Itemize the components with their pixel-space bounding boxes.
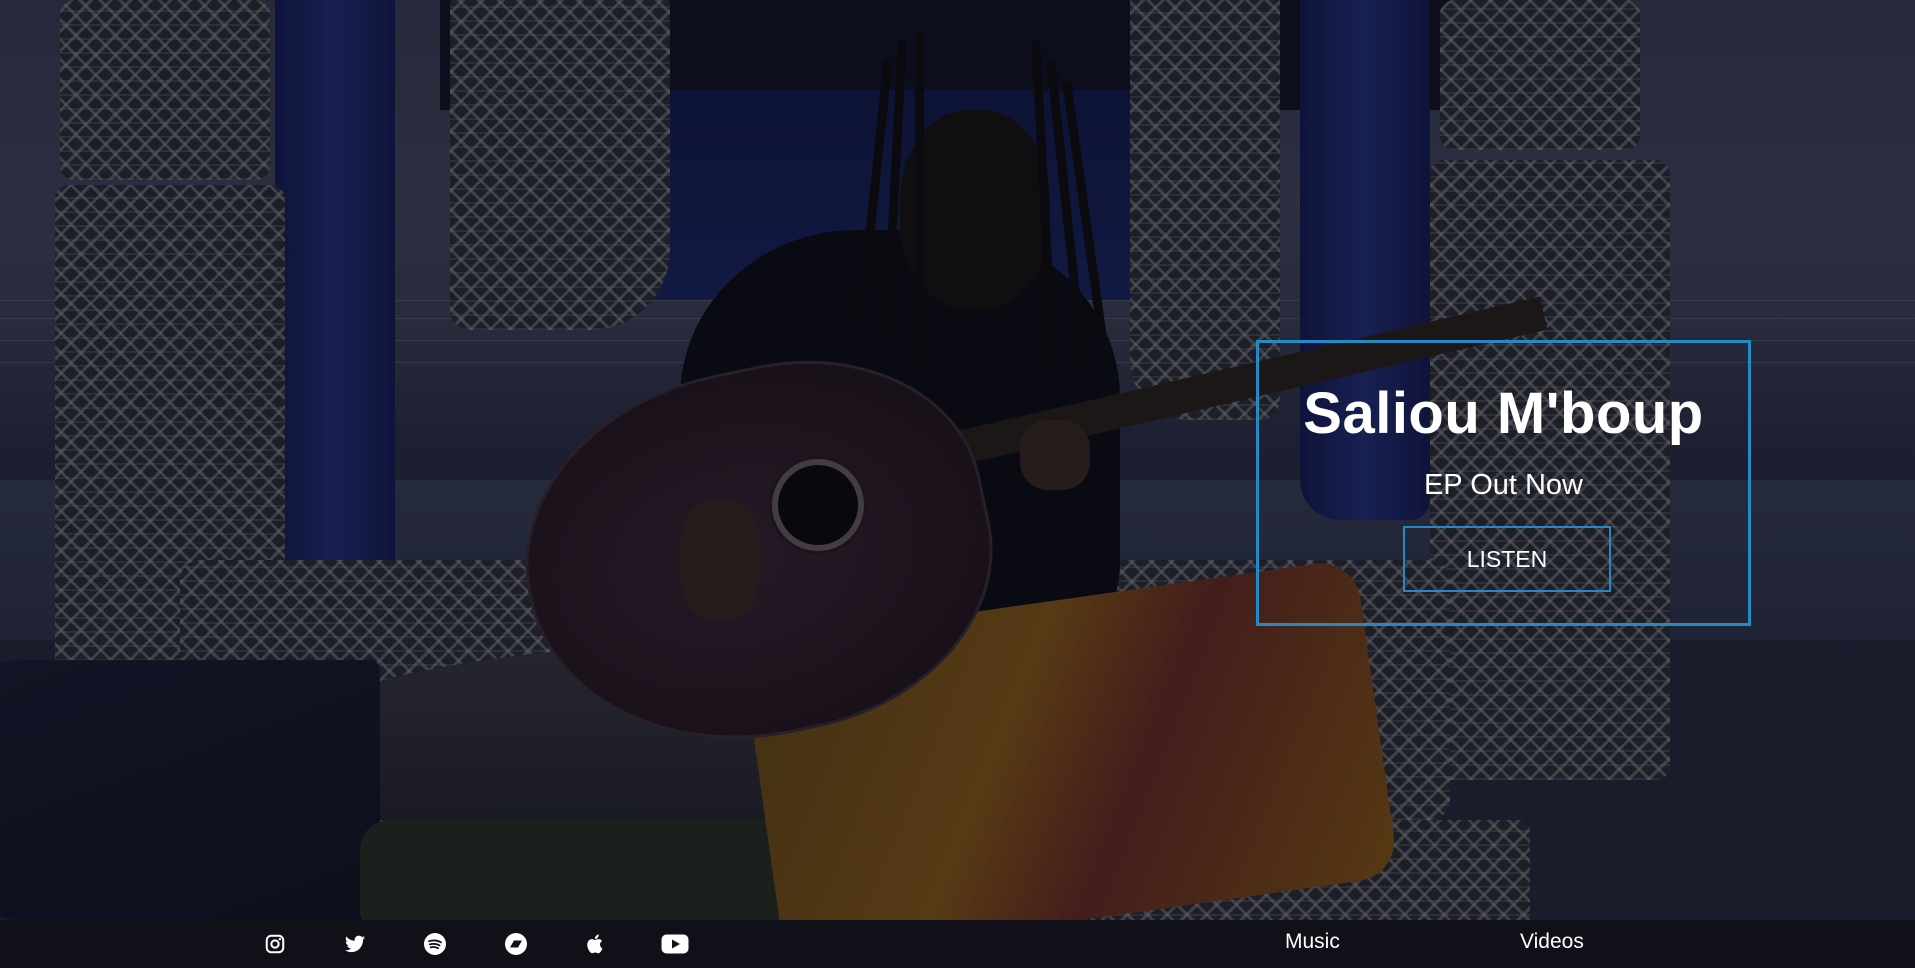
apple-music-icon[interactable] bbox=[584, 932, 608, 956]
footer-bar: Music Videos bbox=[0, 920, 1915, 968]
twitter-icon[interactable] bbox=[343, 932, 367, 956]
artist-name: Saliou M'boup bbox=[1303, 381, 1704, 446]
instagram-icon[interactable] bbox=[263, 932, 287, 956]
youtube-icon[interactable] bbox=[661, 932, 689, 956]
bandcamp-icon[interactable] bbox=[504, 932, 528, 956]
promo-subtitle: EP Out Now bbox=[1423, 469, 1584, 501]
promo-box: Saliou M'boup EP Out Now LISTEN bbox=[1256, 340, 1751, 626]
nav-music-link[interactable]: Music bbox=[1285, 930, 1340, 954]
nav-videos-link[interactable]: Videos bbox=[1520, 930, 1584, 954]
spotify-icon[interactable] bbox=[423, 932, 447, 956]
listen-button[interactable]: LISTEN bbox=[1403, 526, 1611, 592]
